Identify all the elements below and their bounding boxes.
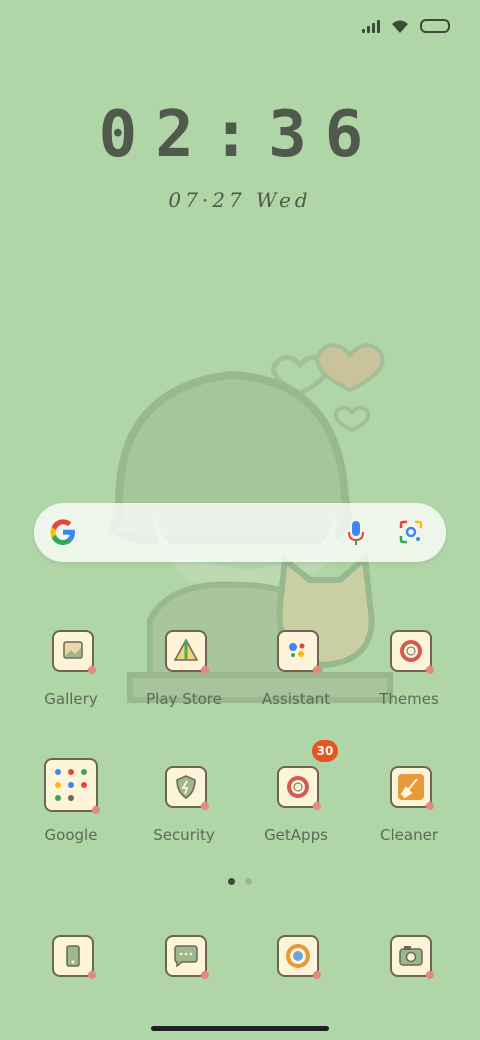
app-gallery[interactable]: Gallery: [15, 630, 127, 740]
dock-phone[interactable]: [15, 935, 127, 981]
camera-icon: [390, 935, 434, 979]
google-g-icon: [50, 519, 75, 545]
page-dot[interactable]: [228, 878, 235, 885]
status-icons: [362, 18, 450, 34]
app-row-1: Gallery Play Store Assistant Themes: [0, 630, 480, 740]
app-cleaner[interactable]: Cleaner: [353, 758, 465, 868]
getapps-icon: [277, 766, 321, 810]
lens-icon[interactable]: [398, 519, 424, 545]
app-security[interactable]: Security: [128, 758, 240, 868]
notification-badge: 30: [312, 740, 338, 762]
cell-signal-icon: [362, 19, 380, 33]
app-themes[interactable]: Themes: [353, 630, 465, 740]
app-google-folder[interactable]: Google: [15, 758, 127, 868]
app-row-2: Google Security 30 GetApps Cleaner: [0, 740, 480, 868]
google-folder-icon: [44, 758, 100, 814]
assistant-icon: [277, 630, 321, 674]
browser-icon: [277, 935, 321, 979]
dock: [0, 935, 480, 981]
app-label: Google: [44, 826, 98, 844]
status-bar: [0, 0, 480, 56]
battery-icon: [420, 19, 450, 33]
page-dot[interactable]: [245, 878, 252, 885]
home-gesture-bar[interactable]: [151, 1026, 329, 1031]
wifi-icon: [392, 20, 408, 33]
gallery-icon: [52, 630, 96, 674]
google-search-bar[interactable]: [34, 503, 446, 562]
dock-browser[interactable]: [240, 935, 352, 981]
app-label: Themes: [379, 690, 439, 708]
clock-time[interactable]: 02:36: [0, 98, 480, 172]
app-label: Cleaner: [380, 826, 438, 844]
app-label: Play Store: [146, 690, 222, 708]
dock-camera[interactable]: [353, 935, 465, 981]
app-label: Gallery: [44, 690, 98, 708]
security-icon: [165, 766, 209, 810]
mic-icon[interactable]: [346, 519, 366, 547]
themes-icon: [390, 630, 434, 674]
app-label: GetApps: [264, 826, 328, 844]
play-store-icon: [165, 630, 209, 674]
app-assistant[interactable]: Assistant: [240, 630, 352, 740]
app-getapps[interactable]: 30 GetApps: [240, 740, 352, 868]
phone-icon: [52, 935, 96, 979]
messages-icon: [165, 935, 209, 979]
dock-messages[interactable]: [128, 935, 240, 981]
clock-date[interactable]: 07·27 Wed: [0, 188, 480, 212]
app-label: Assistant: [261, 690, 331, 708]
app-label: Security: [153, 826, 215, 844]
page-indicator: [0, 878, 480, 885]
cleaner-icon: [390, 766, 434, 810]
app-play-store[interactable]: Play Store: [128, 630, 240, 740]
